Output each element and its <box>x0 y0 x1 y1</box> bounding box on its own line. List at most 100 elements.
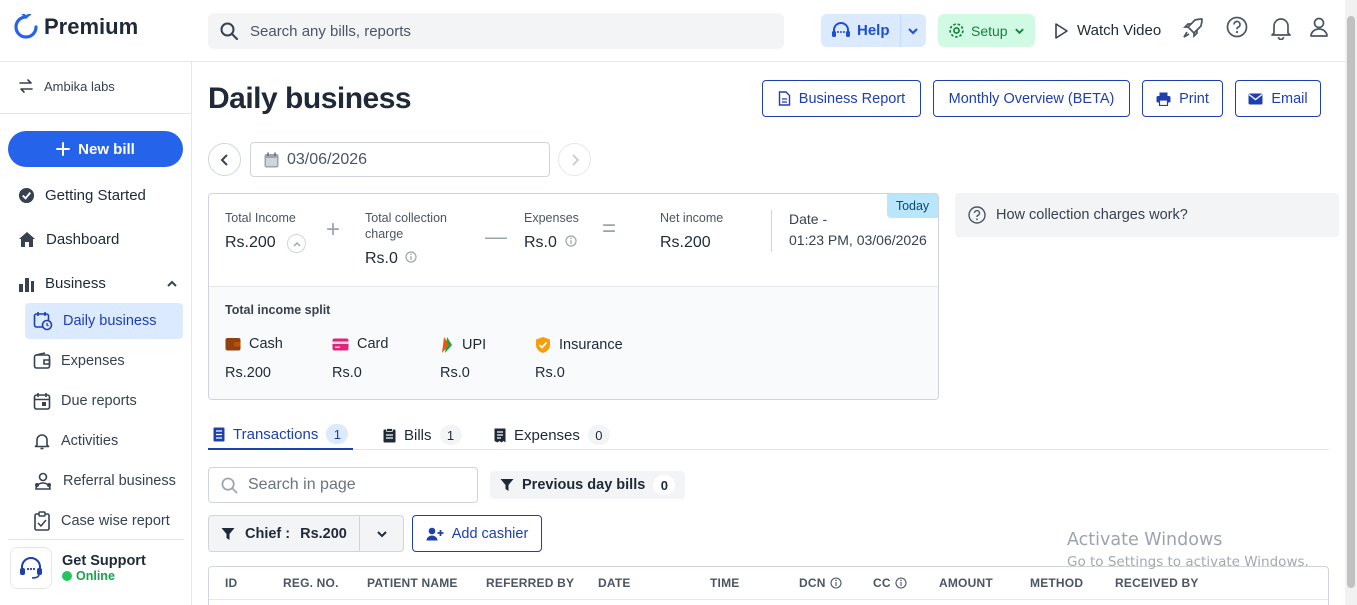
windows-activation-watermark: Activate Windows Go to Settings to activ… <box>1067 530 1309 570</box>
rocket-icon[interactable] <box>1181 16 1205 40</box>
net-income-value: Rs.200 <box>660 234 711 251</box>
org-switcher[interactable]: Ambika labs <box>18 78 115 94</box>
cashier-filter[interactable]: Chief : Rs.200 <box>208 515 404 552</box>
table-header-divider <box>209 599 1328 600</box>
bell-icon <box>34 434 50 450</box>
watch-video-button[interactable]: Watch Video <box>1053 14 1161 47</box>
watermark-title: Activate Windows <box>1067 530 1223 550</box>
help-button-group: Help <box>821 14 926 47</box>
support-icon-box <box>10 547 52 589</box>
swap-icon <box>19 79 33 93</box>
previous-date-button[interactable] <box>208 143 241 176</box>
sidebar-item-activities[interactable]: Activities <box>25 423 183 459</box>
date-picker[interactable]: 03/06/2026 <box>250 142 550 177</box>
watch-video-label: Watch Video <box>1077 22 1162 39</box>
income-split: Total income split Cash Rs.200 Card Rs.0 <box>209 287 938 399</box>
calendar-icon <box>33 393 51 410</box>
sidebar-item-case-wise-report[interactable]: Case wise report <box>25 503 183 539</box>
setup-label: Setup <box>971 22 1008 39</box>
column-header-cc-label: CC <box>873 576 891 590</box>
online-dot-icon <box>62 571 72 581</box>
equals-operator: = <box>602 215 617 242</box>
nav-label: Business <box>45 275 106 292</box>
split-insurance: Insurance <box>535 336 623 354</box>
column-header-amount: AMOUNT <box>939 576 993 590</box>
get-support[interactable]: Get Support Online <box>10 542 184 594</box>
business-report-label: Business Report <box>798 90 906 107</box>
wallet-icon <box>33 352 51 369</box>
email-button[interactable]: Email <box>1235 80 1321 117</box>
add-cashier-button[interactable]: Add cashier <box>412 515 542 552</box>
bar-chart-icon <box>19 277 34 292</box>
nav-business[interactable]: Business <box>18 275 178 292</box>
tab-expenses[interactable]: Expenses 0 <box>494 420 610 450</box>
total-income-label: Total Income <box>225 211 296 225</box>
sidebar: Ambika labs New bill Getting Started Das… <box>0 62 192 605</box>
column-header-referred-by: REFERRED BY <box>486 576 575 590</box>
page-search-input[interactable] <box>248 476 458 494</box>
new-bill-button[interactable]: New bill <box>8 131 183 167</box>
help-dropdown-toggle[interactable] <box>899 14 926 47</box>
mail-icon <box>1248 93 1263 104</box>
tab-transactions[interactable]: Transactions 1 <box>208 420 354 450</box>
info-icon[interactable] <box>405 251 417 263</box>
help-button[interactable]: Help <box>821 14 900 47</box>
nav-dashboard[interactable]: Dashboard <box>18 231 119 248</box>
expand-income-button[interactable] <box>287 234 306 253</box>
split-value: Rs.0 <box>535 365 565 381</box>
sidebar-item-due-reports[interactable]: Due reports <box>25 383 183 419</box>
nav-getting-started[interactable]: Getting Started <box>18 187 146 204</box>
column-header-dcn: DCN <box>799 576 842 590</box>
print-button[interactable]: Print <box>1142 80 1223 117</box>
bell-icon[interactable] <box>1270 16 1292 40</box>
divider <box>8 539 184 540</box>
tab-label: Transactions <box>233 425 319 443</box>
column-header-dcn-label: DCN <box>799 576 826 590</box>
question-icon[interactable] <box>1226 16 1248 38</box>
next-date-button[interactable] <box>558 143 591 176</box>
cashier-dropdown-toggle[interactable] <box>359 516 403 551</box>
setup-button[interactable]: Setup <box>938 14 1035 47</box>
info-icon[interactable] <box>895 577 907 589</box>
logo[interactable]: Premium <box>14 14 138 40</box>
help-label: Help <box>857 22 890 39</box>
page-title: Daily business <box>208 82 412 115</box>
org-name: Ambika labs <box>44 78 115 94</box>
chevron-right-icon <box>571 153 579 166</box>
column-header-received-by: RECEIVED BY <box>1115 576 1199 590</box>
income-split-title: Total income split <box>225 303 331 317</box>
support-title: Get Support <box>62 553 146 569</box>
split-card: Card <box>332 336 388 352</box>
global-search[interactable] <box>208 13 784 49</box>
sidebar-item-expenses[interactable]: Expenses <box>25 343 183 379</box>
sidebar-item-daily-business[interactable]: Daily business <box>25 303 183 339</box>
sidebar-item-referral-business[interactable]: Referral business <box>25 463 183 499</box>
column-header-time: TIME <box>710 576 740 590</box>
search-icon <box>220 22 238 40</box>
scrollbar-thumb[interactable] <box>1347 16 1355 588</box>
today-badge: Today <box>887 194 938 218</box>
collection-charges-help[interactable]: How collection charges work? <box>955 193 1339 237</box>
gear-icon <box>949 23 964 38</box>
previous-day-bills-filter[interactable]: Previous day bills 0 <box>490 471 686 499</box>
info-icon[interactable] <box>565 235 577 247</box>
split-label: Insurance <box>559 337 623 353</box>
user-icon[interactable] <box>1309 16 1329 38</box>
collection-charge-value: Rs.0 <box>365 250 398 267</box>
date-value: 03/06/2026 <box>287 150 368 168</box>
business-report-button[interactable]: Business Report <box>762 80 921 117</box>
plus-icon <box>56 142 71 156</box>
page-search[interactable] <box>208 467 478 503</box>
headset-icon <box>20 557 42 579</box>
page-scrollbar[interactable] <box>1345 0 1357 605</box>
info-icon[interactable] <box>830 577 842 589</box>
minus-operator: — <box>485 224 507 249</box>
cashier-filter-main[interactable]: Chief : Rs.200 <box>209 526 359 542</box>
monthly-overview-button[interactable]: Monthly Overview (BETA) <box>933 80 1130 117</box>
watermark-subtitle: Go to Settings to activate Windows. <box>1067 554 1309 570</box>
chevron-left-icon <box>220 153 228 166</box>
receipt-icon <box>494 428 506 442</box>
tab-bills[interactable]: Bills 1 <box>383 420 462 450</box>
search-input[interactable] <box>250 22 730 40</box>
chevron-up-icon <box>293 241 300 246</box>
